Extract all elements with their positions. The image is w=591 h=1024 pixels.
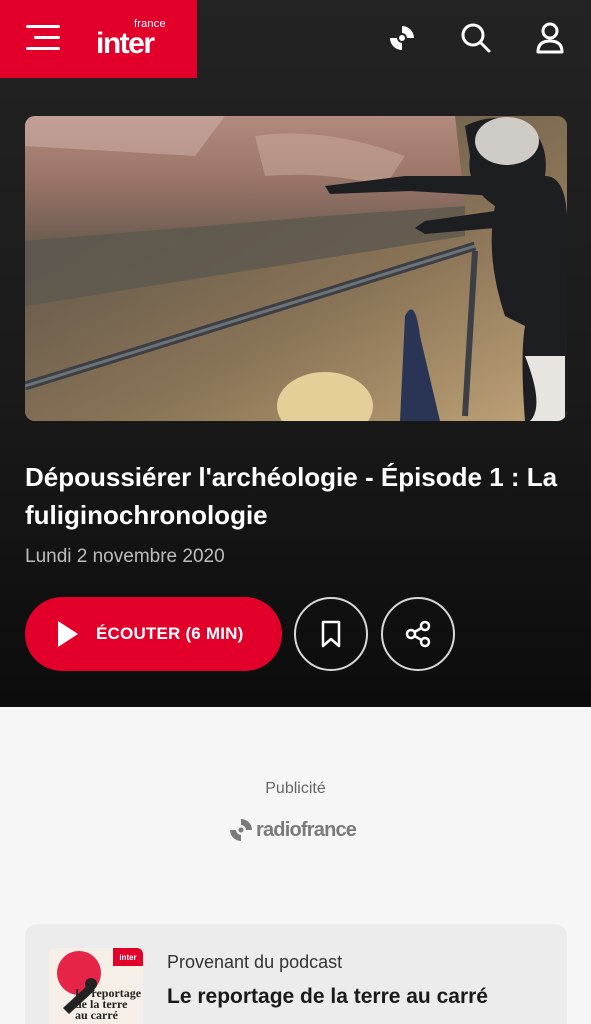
radiofrance-logo[interactable]: radiofrance <box>229 815 357 845</box>
episode-cover-image <box>25 116 567 421</box>
radiofrance-logo-text: radiofrance <box>256 818 357 841</box>
menu-icon[interactable] <box>26 24 60 54</box>
podcast-card[interactable]: inter Le reportage de la terre au carré … <box>25 924 567 1024</box>
podcast-thumb-text: Le reportage de la terre au carré <box>75 986 142 1022</box>
episode-date: Lundi 2 novembre 2020 <box>25 546 225 567</box>
bookmark-button[interactable] <box>294 597 368 671</box>
ad-label: Publicité <box>265 780 326 797</box>
listen-button-label: ÉCOUTER (6 MIN) <box>96 624 244 643</box>
search-icon[interactable] <box>456 18 496 58</box>
logo-big-text: inter <box>96 27 155 60</box>
podcast-thumb-brand: inter <box>113 948 143 966</box>
share-button[interactable] <box>381 597 455 671</box>
top-bar: france inter <box>0 0 591 78</box>
episode-hero: france inter Dépoussiérer l'archéologie … <box>0 0 591 707</box>
account-icon[interactable] <box>530 18 570 58</box>
radiofrance-logo-icon <box>230 819 252 841</box>
episode-title: Dépoussiérer l'archéologie - Épisode 1 :… <box>25 462 558 530</box>
radiofrance-icon[interactable] <box>382 18 422 58</box>
brand-block: france inter <box>0 0 197 78</box>
listen-button[interactable]: ÉCOUTER (6 MIN) <box>25 597 282 671</box>
bookmark-icon <box>321 620 341 648</box>
france-inter-logo[interactable]: france inter <box>96 18 166 60</box>
share-icon <box>405 620 431 648</box>
podcast-from-label: Provenant du podcast <box>167 952 343 972</box>
play-icon <box>58 621 78 647</box>
podcast-thumbnail: inter Le reportage de la terre au carré <box>49 948 143 1024</box>
podcast-name[interactable]: Le reportage de la terre au carré <box>167 985 488 1009</box>
